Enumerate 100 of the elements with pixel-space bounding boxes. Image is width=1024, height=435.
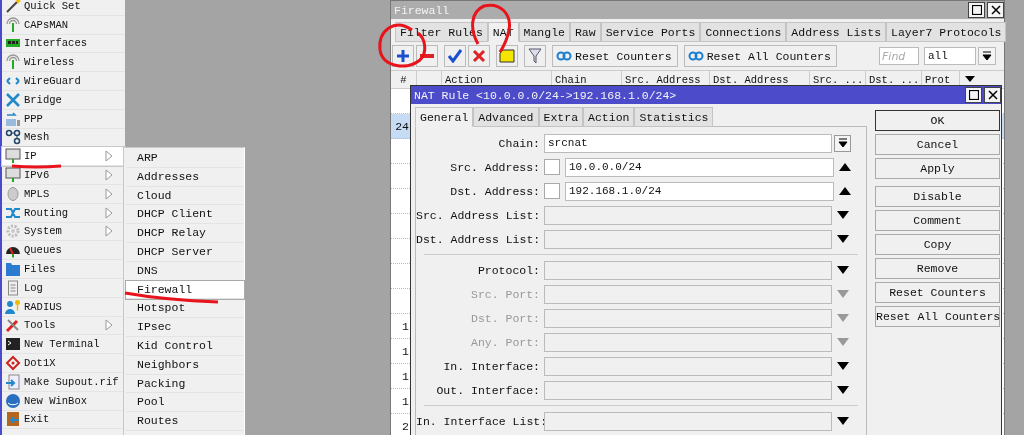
enable-button[interactable]	[444, 45, 466, 67]
dropdown-icon	[837, 138, 848, 148]
maximize-button[interactable]	[968, 2, 985, 18]
menu-item[interactable]: PPP	[2, 109, 125, 129]
input-field[interactable]	[544, 229, 832, 249]
disable-button[interactable]	[468, 45, 490, 67]
dialog-button[interactable]: Apply	[875, 158, 1000, 179]
input-field[interactable]	[544, 411, 832, 431]
close-button[interactable]	[987, 2, 1004, 18]
input-field[interactable]: srcnat	[544, 133, 832, 153]
tab[interactable]: Advanced	[473, 107, 539, 127]
submenu-item[interactable]: Pool	[126, 393, 244, 413]
dialog-button[interactable]: Reset Counters	[875, 282, 1000, 303]
submenu-item[interactable]: DHCP Server	[126, 243, 244, 262]
menu-item[interactable]: WireGuard	[2, 72, 125, 91]
filter-select[interactable]: all	[924, 47, 976, 65]
tab[interactable]: Service Ports	[600, 22, 701, 42]
annotation-underline	[11, 164, 62, 169]
tab[interactable]: Connections	[700, 22, 787, 42]
dialog-button[interactable]: Reset All Counters	[875, 306, 1000, 327]
cross-icon	[472, 49, 486, 63]
filter-icon	[528, 48, 542, 64]
submenu-item[interactable]: Firewall	[126, 280, 244, 300]
triangle-down-icon[interactable]	[837, 266, 849, 274]
submenu-item[interactable]: DHCP Relay	[126, 224, 244, 243]
tab[interactable]: General	[415, 107, 474, 127]
tab[interactable]: Raw	[569, 22, 601, 42]
gear-icon	[5, 223, 21, 240]
tab[interactable]: Action	[583, 107, 635, 127]
submenu-item[interactable]: Kid Control	[126, 336, 244, 356]
triangle-down-icon	[965, 76, 975, 82]
submenu-item[interactable]: Hotspot	[126, 299, 244, 319]
input-field[interactable]	[544, 380, 832, 400]
input-field[interactable]	[544, 260, 832, 280]
menu-item[interactable]: Interfaces	[2, 34, 125, 54]
tab[interactable]: Layer7 Protocols	[886, 22, 1007, 42]
submenu-item[interactable]: Packing	[126, 374, 244, 394]
terminal-icon	[5, 336, 21, 353]
submenu-item[interactable]: Routes	[126, 412, 244, 431]
submenu-item[interactable]: DHCP Client	[126, 205, 244, 225]
dialog-button[interactable]: Disable	[875, 186, 1000, 207]
submenu-item[interactable]: Cloud	[126, 186, 244, 206]
monitor-icon	[5, 167, 21, 184]
find-field[interactable]: Find	[879, 47, 919, 65]
submenu-item[interactable]: IPsec	[126, 318, 244, 337]
window-title: Firewall	[394, 3, 450, 17]
triangle-up-icon[interactable]	[839, 163, 851, 171]
input-field[interactable]	[544, 205, 832, 225]
menu-item[interactable]: Wireless	[2, 53, 125, 73]
tab[interactable]: Address Lists	[786, 22, 887, 42]
input-field[interactable]: 10.0.0.0/24	[565, 157, 834, 177]
tab[interactable]: Extra	[538, 107, 584, 127]
dropdown-button[interactable]	[834, 134, 851, 152]
reset-counters-button[interactable]: Reset All Counters	[683, 45, 837, 67]
antenna-icon	[5, 54, 21, 71]
triangle-down-icon[interactable]	[837, 211, 849, 219]
monitor-icon	[5, 148, 21, 165]
dialog-button[interactable]: Comment	[875, 210, 1000, 231]
negate-checkbox[interactable]	[544, 159, 560, 175]
input-field[interactable]: 192.168.1.0/24	[565, 181, 834, 201]
filter-button[interactable]	[524, 45, 546, 67]
dialog-button[interactable]: Copy	[875, 234, 1000, 255]
menu-item[interactable]: CAPsMAN	[2, 15, 125, 35]
dialog-button[interactable]: Cancel	[875, 134, 1000, 155]
submenu-arrow-icon	[105, 319, 113, 332]
submenu-item[interactable]: Addresses	[126, 167, 244, 187]
check-icon	[448, 49, 462, 63]
menu-item[interactable]: Bridge	[2, 91, 125, 110]
triangle-down-icon[interactable]	[837, 235, 849, 243]
close-button[interactable]	[984, 87, 1001, 103]
triangle-down-icon[interactable]	[837, 386, 849, 394]
comment-button[interactable]	[496, 45, 518, 67]
cross-arrows-icon	[5, 91, 21, 108]
input-field[interactable]	[544, 284, 832, 304]
dialog-button[interactable]: OK	[875, 110, 1000, 131]
reset-counters-button[interactable]: Reset Counters	[552, 45, 678, 67]
row-number: 2	[401, 419, 409, 433]
triangle-down-icon[interactable]	[837, 362, 849, 370]
input-field[interactable]	[544, 308, 832, 328]
dialog-button[interactable]: Remove	[875, 258, 1000, 279]
negate-checkbox[interactable]	[544, 183, 560, 199]
submenu-item[interactable]: ARP	[126, 149, 244, 168]
input-field[interactable]	[544, 332, 832, 352]
input-field[interactable]	[544, 356, 832, 376]
submenu-item[interactable]: Neighbors	[126, 355, 244, 375]
tab[interactable]: Statistics	[634, 107, 714, 127]
close-icon	[987, 90, 998, 100]
tab[interactable]: Mangle	[518, 22, 570, 42]
field-label: Dst. Address List:	[416, 232, 542, 246]
dropdown-button[interactable]	[978, 47, 996, 65]
row-number: 1	[401, 369, 409, 383]
maximize-button[interactable]	[965, 87, 982, 103]
triangle-down-icon[interactable]	[837, 417, 849, 425]
user-key-icon	[5, 298, 21, 315]
field-label: Protocol:	[476, 263, 541, 277]
triangle-up-icon[interactable]	[839, 187, 851, 195]
menu-item[interactable]: IP	[2, 147, 125, 167]
field-label: In. Interface:	[442, 359, 541, 373]
menu-item[interactable]: Quick Set	[2, 0, 125, 16]
computer-icon	[5, 110, 21, 127]
